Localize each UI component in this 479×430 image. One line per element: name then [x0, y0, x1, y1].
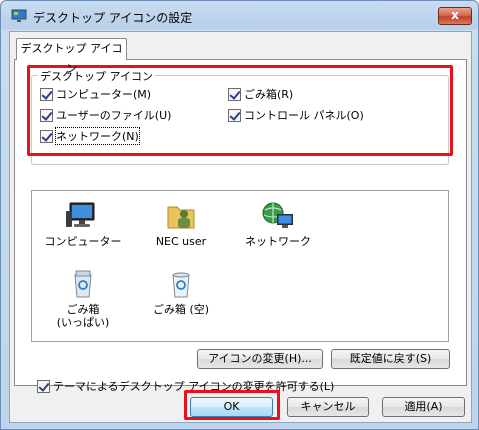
dialog-client-area: デスクトップ アイコン デスクトップ アイコン コンピューター(M) ごみ箱(R…	[9, 31, 472, 423]
desktop-settings-icon	[11, 9, 27, 22]
checkbox-box[interactable]	[37, 379, 50, 393]
icon-item-recycle-bin-full[interactable]: ごみ箱 (いっぱい)	[38, 269, 128, 329]
icon-label: ネットワーク	[245, 235, 311, 248]
cancel-button[interactable]: キャンセル	[287, 397, 369, 417]
icon-list[interactable]: コンピューター NEC user ネットワーク ごみ箱 (いっぱい) ごみ箱 (…	[31, 190, 449, 342]
highlight-frame-checkboxes	[27, 65, 453, 156]
network-icon	[262, 202, 293, 228]
icon-label-line2: (いっぱい)	[56, 316, 110, 329]
icon-item-recycle-bin-empty[interactable]: ごみ箱 (空)	[136, 269, 226, 316]
title-bar[interactable]: デスクトップ アイコンの設定 x	[1, 1, 478, 31]
tab-panel: デスクトップ アイコン コンピューター(M) ごみ箱(R) ユーザーのファイル(…	[14, 59, 467, 393]
icon-label: コンピューター	[44, 235, 122, 248]
tab-desktop-icons[interactable]: デスクトップ アイコン	[16, 38, 127, 75]
icon-label-line1: ごみ箱	[66, 303, 100, 316]
restore-default-button[interactable]: 既定値に戻す(S)	[331, 349, 450, 369]
highlight-frame-ok	[184, 390, 280, 420]
recycle-bin-empty-icon	[172, 272, 190, 298]
icon-label: ごみ箱 (空)	[152, 303, 210, 316]
close-button[interactable]: x	[438, 7, 472, 25]
icon-item-network[interactable]: ネットワーク	[233, 201, 323, 248]
computer-icon	[66, 202, 95, 227]
icon-item-computer[interactable]: コンピューター	[38, 201, 128, 248]
icon-item-user-folder[interactable]: NEC user	[136, 201, 226, 248]
icon-label: NEC user	[155, 235, 207, 248]
recycle-bin-full-icon	[74, 270, 92, 298]
user-folder-icon	[167, 206, 195, 229]
apply-button[interactable]: 適用(A)	[382, 397, 465, 417]
dialog-window: デスクトップ アイコンの設定 x デスクトップ アイコン デスクトップ アイコン…	[0, 0, 479, 430]
window-title: デスクトップ アイコンの設定	[33, 11, 193, 25]
change-icon-button[interactable]: アイコンの変更(H)...	[197, 349, 323, 369]
